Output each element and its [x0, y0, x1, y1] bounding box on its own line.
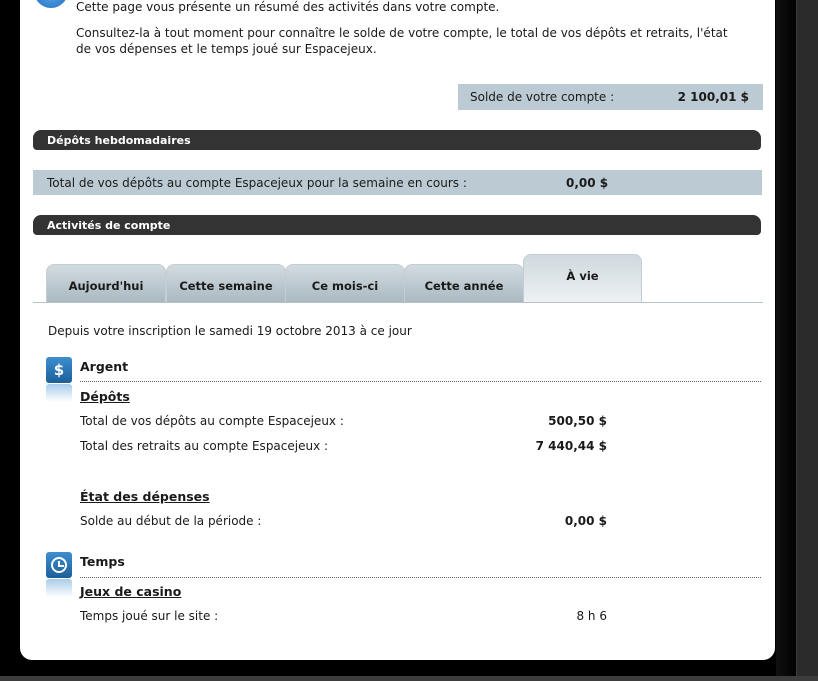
- weekly-deposits-value: 0,00 $: [566, 176, 609, 190]
- time-title: Temps: [80, 554, 125, 569]
- intro-text: Cette page vous présente un résumé des a…: [76, 0, 500, 14]
- account-balance: Solde de votre compte : 2 100,01 $: [458, 84, 763, 110]
- tab-lifetime[interactable]: À vie: [523, 254, 642, 303]
- right-shadow: [776, 0, 796, 681]
- money-divider: [80, 381, 761, 382]
- balance-value: 2 100,01 $: [677, 90, 749, 104]
- tab-this-week[interactable]: Cette semaine: [166, 264, 286, 303]
- opening-balance-value: 0,00 $: [564, 514, 607, 528]
- deposits-subtitle: Dépôts: [80, 389, 130, 404]
- total-deposits-label: Total de vos dépôts au compte Espacejeux…: [80, 414, 344, 428]
- bottom-strip: [0, 676, 818, 681]
- tab-label: Cette semaine: [179, 279, 273, 293]
- period-description: Depuis votre inscription le samedi 19 oc…: [48, 324, 412, 338]
- tab-label: Aujourd'hui: [68, 279, 144, 293]
- tab-label: À vie: [566, 269, 599, 283]
- weekly-deposits-row: Total de vos dépôts au compte Espacejeux…: [33, 170, 762, 195]
- time-played-label: Temps joué sur le site :: [80, 609, 219, 623]
- balance-label: Solde de votre compte :: [470, 90, 615, 104]
- scrollbar[interactable]: [796, 0, 818, 681]
- total-withdrawals-value: 7 440,44 $: [535, 439, 607, 453]
- opening-balance-label: Solde au début de la période :: [80, 514, 262, 528]
- intro-description: Consultez-la à tout moment pour connaîtr…: [76, 26, 728, 56]
- clock-face: [51, 557, 67, 573]
- dollar-icon: $: [46, 357, 72, 383]
- account-activity-header: Activités de compte: [33, 215, 761, 235]
- tab-this-month[interactable]: Ce mois-ci: [285, 264, 405, 303]
- tab-today[interactable]: Aujourd'hui: [46, 264, 166, 303]
- weekly-deposits-header: Dépôts hebdomadaires: [33, 130, 761, 150]
- money-title: Argent: [80, 359, 129, 374]
- time-played-value: 8 h 6: [576, 609, 607, 623]
- clock-icon-reflection: [46, 579, 72, 597]
- total-deposits-value: 500,50 $: [548, 414, 607, 428]
- dollar-icon-reflection: [46, 384, 72, 402]
- tab-this-year[interactable]: Cette année: [404, 264, 524, 303]
- spending-subtitle: État des dépenses: [80, 489, 210, 504]
- tab-label: Cette année: [424, 279, 504, 293]
- time-divider: [80, 577, 761, 578]
- weekly-deposits-title: Dépôts hebdomadaires: [47, 134, 191, 147]
- tab-label: Ce mois-ci: [311, 279, 379, 293]
- clock-icon: [46, 552, 72, 578]
- casino-subtitle: Jeux de casino: [80, 584, 182, 599]
- total-withdrawals-label: Total des retraits au compte Espacejeux …: [80, 439, 329, 453]
- tabs-divider: [33, 302, 763, 303]
- weekly-deposits-label: Total de vos dépôts au compte Espacejeux…: [47, 176, 467, 190]
- account-activity-title: Activités de compte: [47, 219, 171, 232]
